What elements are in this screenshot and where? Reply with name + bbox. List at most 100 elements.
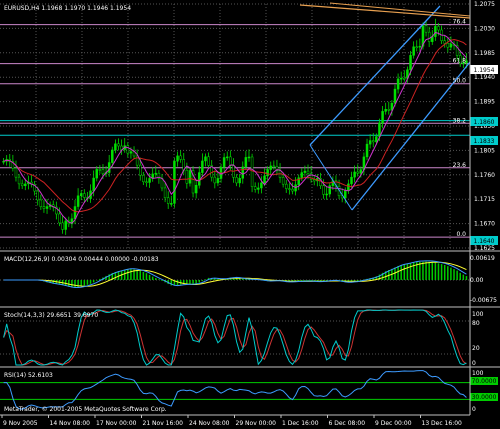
fib-label-76.4: 76.4: [453, 19, 467, 26]
candle-body: [76, 195, 80, 207]
candle-body: [409, 55, 412, 70]
candle-body: [114, 143, 117, 151]
candle-body: [347, 183, 350, 191]
candle-body: [61, 222, 64, 230]
time-tick-label: 6 Dec 08:00: [329, 420, 366, 427]
candle-body: [138, 164, 142, 176]
macd-tick-top: 0.00619: [470, 255, 495, 262]
candle-body: [257, 187, 260, 190]
candle-body: [375, 136, 378, 143]
price-tick-label: 1.2075: [474, 1, 495, 8]
candle-body: [253, 186, 257, 190]
candle[interactable]: [250, 153, 254, 193]
time-tick-label: 13 Dec 16:00: [422, 420, 463, 427]
time-tick-label: 1 Dec 16:00: [282, 420, 319, 427]
price-box-support-1: 1.1860: [470, 117, 498, 126]
fib-label-38.2: 38.2: [453, 117, 467, 124]
rsi-label: RSI(14) 52.6103: [4, 372, 53, 379]
candle-body: [185, 170, 189, 184]
candle[interactable]: [191, 166, 195, 198]
candle-body: [418, 45, 422, 48]
price-tick-label: 1.1670: [474, 221, 495, 228]
candle-body: [166, 197, 170, 204]
candle-body: [36, 190, 39, 201]
candle-body: [350, 176, 353, 185]
candle-body: [434, 26, 437, 37]
candle-body: [42, 206, 46, 209]
candle-body: [145, 181, 148, 184]
candle-body: [216, 178, 220, 184]
time-tick-label: 21 Nov 16:00: [143, 420, 184, 427]
candle-body: [260, 182, 263, 189]
candle-body: [393, 88, 397, 104]
candle-body: [291, 188, 294, 192]
candle-body: [446, 43, 450, 48]
candle-body: [201, 160, 204, 173]
candle-body: [387, 109, 391, 111]
fib-label-23.6: 23.6: [453, 162, 467, 169]
candle-body: [173, 160, 176, 204]
bottom-price-label: 1.1640: [474, 238, 495, 245]
candle-body: [64, 220, 67, 230]
candle-body: [300, 172, 304, 178]
candle-body: [17, 176, 21, 185]
candle-body: [39, 199, 43, 207]
candle-body: [365, 143, 369, 158]
candle-body: [269, 165, 272, 170]
candle-body: [424, 25, 428, 33]
fib-label-61.8: 61.8: [453, 58, 467, 65]
candle-body: [229, 156, 232, 166]
candle-body: [437, 26, 440, 31]
candle-body: [263, 175, 266, 184]
rsi-tick-100: 100: [472, 370, 484, 377]
macd-tick-bottom: -0.00675: [470, 297, 497, 304]
candle-body: [415, 46, 418, 49]
candle-body: [14, 167, 18, 178]
price-tick-label: 1.1895: [474, 99, 495, 106]
candle-body: [247, 156, 251, 159]
candle-body: [288, 188, 291, 190]
candle-body: [356, 171, 359, 174]
candle-body: [443, 40, 446, 44]
candle-body: [58, 213, 61, 224]
candle-body: [101, 169, 105, 174]
candle-body: [359, 169, 363, 174]
stoch-label: Stoch(14,3,3) 29.6651 39.6970: [4, 312, 98, 319]
candle-body: [92, 177, 95, 192]
candle-body: [244, 157, 248, 168]
price-tick-label: 1.1940: [474, 74, 495, 81]
candle-body: [399, 77, 403, 80]
candle-body: [24, 183, 27, 187]
candle-body: [225, 156, 229, 159]
candle-body: [427, 31, 431, 42]
copyright-text: MetaTrader, © 2001-2005 MetaQuotes Softw…: [4, 406, 167, 413]
candle-body: [73, 206, 77, 219]
stoch-tick-100: 100: [472, 311, 484, 318]
support-price-label-2: 1.1833: [474, 138, 495, 145]
stoch-tick-0: 0: [472, 360, 476, 367]
candle-body: [176, 155, 179, 162]
macd-tick-zero: 0.00: [470, 277, 484, 284]
price-box-support-2: 1.1833: [470, 136, 498, 145]
candle-body: [194, 184, 198, 194]
candle-body: [126, 145, 130, 154]
candle-body: [368, 140, 372, 145]
candle-body: [83, 193, 86, 198]
candle-body: [322, 185, 325, 195]
candle-body: [98, 169, 102, 171]
time-tick-label: 24 Nov 08:00: [189, 420, 230, 427]
candle-body: [79, 193, 83, 197]
time-tick-label: 9 Nov 2005: [3, 420, 38, 427]
time-tick-label: 17 Nov 00:00: [96, 420, 137, 427]
candle-body: [45, 206, 49, 209]
candle[interactable]: [173, 157, 176, 208]
symbol-label: EURUSD,H4 1.1968 1.1970 1.1946 1.1954: [4, 5, 131, 12]
rsi-tick-0: 0: [472, 406, 476, 413]
metatrader-chart-window[interactable]: EURUSD,H4 1.1968 1.1970 1.1946 1.1954 76…: [0, 0, 500, 429]
candle-body: [285, 183, 288, 189]
candle-body: [111, 149, 114, 163]
candle-body: [207, 156, 210, 166]
candle-body: [412, 46, 415, 56]
time-tick-label: 29 Nov 00:00: [236, 420, 277, 427]
time-tick-label: 9 Dec 00:00: [375, 420, 412, 427]
